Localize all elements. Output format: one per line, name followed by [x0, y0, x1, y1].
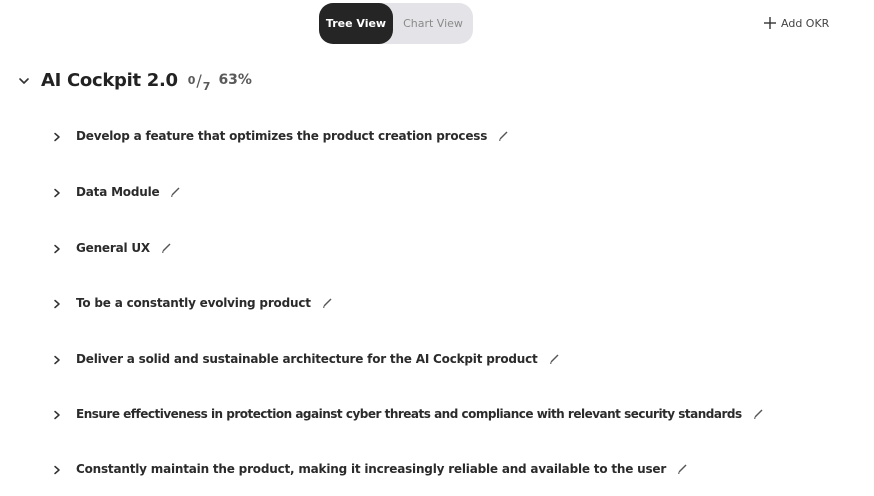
- pencil-icon[interactable]: [675, 462, 689, 476]
- chevron-right-icon[interactable]: [52, 410, 62, 420]
- objective-label: Constantly maintain the product, making …: [76, 462, 667, 476]
- chevron-right-icon[interactable]: [52, 132, 62, 142]
- objective-label: Develop a feature that optimizes the pro…: [76, 129, 488, 143]
- objective-row[interactable]: Data Module: [52, 180, 182, 204]
- chevron-right-icon[interactable]: [52, 188, 62, 198]
- chevron-right-icon[interactable]: [52, 244, 62, 254]
- chevron-right-icon[interactable]: [52, 299, 62, 309]
- pencil-icon[interactable]: [159, 241, 173, 255]
- objective-row[interactable]: To be a constantly evolving product: [52, 291, 334, 315]
- objective-label: Data Module: [76, 185, 160, 199]
- objective-row[interactable]: Deliver a solid and sustainable architec…: [52, 347, 561, 371]
- pencil-icon[interactable]: [496, 129, 510, 143]
- objective-row[interactable]: Ensure effectiveness in protection again…: [52, 402, 765, 426]
- pencil-icon[interactable]: [751, 407, 765, 421]
- objective-label: Deliver a solid and sustainable architec…: [76, 352, 538, 366]
- objective-row[interactable]: General UX: [52, 236, 173, 260]
- okr-page: Tree View Chart View Add OKR AI Cockpit …: [0, 0, 874, 496]
- pencil-icon[interactable]: [547, 352, 561, 366]
- objective-row[interactable]: Develop a feature that optimizes the pro…: [52, 124, 510, 148]
- chevron-right-icon[interactable]: [52, 465, 62, 475]
- objective-label: Ensure effectiveness in protection again…: [76, 407, 742, 421]
- chevron-right-icon[interactable]: [52, 355, 62, 365]
- objective-label: General UX: [76, 241, 150, 255]
- objective-row[interactable]: Constantly maintain the product, making …: [52, 457, 689, 481]
- pencil-icon[interactable]: [320, 296, 334, 310]
- pencil-icon[interactable]: [168, 185, 182, 199]
- objective-list: Develop a feature that optimizes the pro…: [0, 0, 874, 496]
- objective-label: To be a constantly evolving product: [76, 296, 311, 310]
